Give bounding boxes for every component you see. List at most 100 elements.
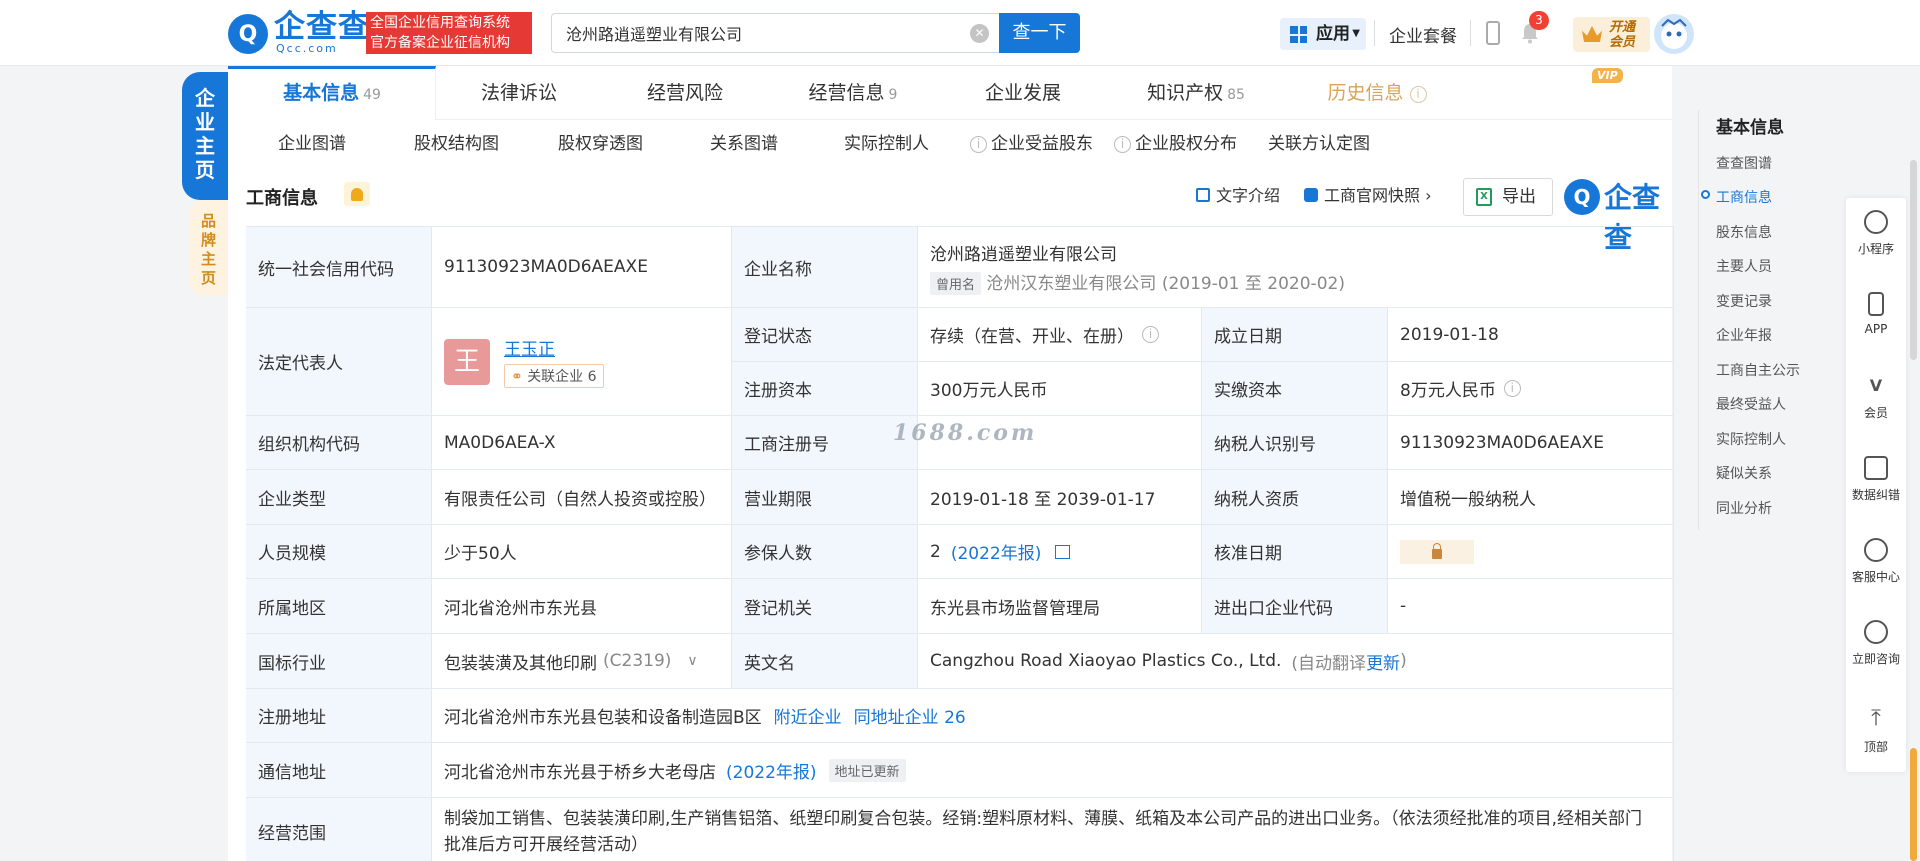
clear-icon[interactable]: ✕ (970, 24, 989, 43)
vip-line-2: 会员 (1609, 35, 1636, 50)
right-nav-line (1698, 110, 1699, 530)
search-box: ✕ (551, 13, 999, 53)
subtab-relation-graph[interactable]: 关系图谱 (710, 120, 778, 168)
english-name-cell: Cangzhou Road Xiaoyao Plastics Co., Ltd.… (918, 634, 1674, 689)
phone-icon (1868, 292, 1884, 316)
right-nav-item[interactable]: 最终受益人 (1716, 394, 1786, 414)
tab-legal[interactable]: 法律诉讼 (436, 66, 602, 120)
subtab-company-graph[interactable]: 企业图谱 (278, 120, 346, 168)
right-nav-item[interactable]: 变更记录 (1716, 291, 1772, 311)
scrollbar-thumb[interactable] (1910, 160, 1917, 360)
info-icon[interactable]: i (1503, 380, 1521, 397)
tab-count: 9 (888, 87, 898, 103)
monitor-bell-icon[interactable] (344, 182, 370, 206)
right-nav-item[interactable]: 查查图谱 (1716, 153, 1772, 173)
right-nav-item-active[interactable]: 工商信息 (1716, 187, 1772, 207)
approval-label: 核准日期 (1202, 525, 1388, 579)
tab-business-info[interactable]: 经营信息 9 (768, 66, 938, 120)
staff-size-value: 少于50人 (432, 525, 732, 579)
search-input[interactable] (552, 14, 952, 52)
tab-basic-info[interactable]: 基本信息 49 (228, 66, 436, 120)
right-nav-item[interactable]: 疑似关系 (1716, 463, 1772, 483)
chart-icon[interactable] (1055, 544, 1071, 559)
export-button[interactable]: X 导出 (1463, 178, 1553, 216)
subtab-actual-controller[interactable]: 实际控制人 (844, 120, 929, 168)
right-nav-item[interactable]: 主要人员 (1716, 256, 1772, 276)
enterprise-package-link[interactable]: 企业套餐 (1389, 22, 1457, 47)
tax-qual-value: 增值税一般纳税人 (1388, 470, 1674, 525)
logo-subtitle: Qcc.com (276, 42, 338, 55)
same-address-link[interactable]: 同地址企业 26 (854, 703, 966, 728)
vip-icon: V (1869, 376, 1883, 395)
brand-home-tab[interactable]: 品牌主页 (189, 200, 228, 296)
biz-term-label: 营业期限 (732, 470, 918, 525)
auto-translate-note: (自动翻译 (1291, 653, 1367, 674)
app-button[interactable]: APP (1846, 292, 1906, 336)
back-to-top-button[interactable]: ⤒ 顶部 (1846, 708, 1906, 755)
subtab-related-party[interactable]: 关联方认定图 (1268, 120, 1370, 168)
tab-business-risk[interactable]: 经营风险 (602, 66, 768, 120)
customer-service-button[interactable]: 客服中心 (1846, 538, 1906, 585)
slogan-line-2: 官方备案企业征信机构 (370, 35, 510, 51)
official-snapshot-button[interactable]: 工商官网快照 › (1304, 186, 1432, 206)
scope-label: 经营范围 (246, 798, 432, 861)
search-button[interactable]: 查一下 (999, 13, 1080, 53)
data-correction-button[interactable]: 数据纠错 (1846, 456, 1906, 503)
main-tabs: 基本信息 49 法律诉讼 经营风险 经营信息 9 企业发展 知识产权 85 历史信息 i… (228, 66, 1672, 120)
lock-icon[interactable] (1400, 539, 1474, 564)
nearby-companies-link[interactable]: 附近企业 (774, 703, 842, 728)
open-vip-button[interactable]: 开通 会员 (1573, 17, 1650, 52)
text-intro-button[interactable]: 文字介绍 (1196, 186, 1280, 206)
paid-capital-value: 8万元人民币 (1400, 381, 1496, 401)
industry-cell[interactable]: 包装装潢及其他印刷 (C2319) ∨ (432, 634, 732, 689)
member-button[interactable]: V 会员 (1846, 374, 1906, 421)
top-header: Q 企查查 Qcc.com 全国企业信用查询系统 官方备案企业征信机构 ✕ 查一… (0, 0, 1920, 66)
reg-status-label: 登记状态 (732, 308, 918, 362)
subtab-equity-penetration[interactable]: 股权穿透图 (558, 120, 643, 168)
tab-ip[interactable]: 知识产权 85 (1108, 66, 1284, 120)
info-icon: i (1409, 86, 1427, 103)
mobile-icon[interactable] (1486, 21, 1500, 45)
subtab-equity-structure[interactable]: 股权结构图 (414, 120, 499, 168)
tab-development[interactable]: 企业发展 (938, 66, 1108, 120)
logo-name[interactable]: 企查查 (274, 10, 370, 44)
reg-address-value: 河北省沧州市东光县包装和设备制造园B区 (444, 708, 762, 728)
right-nav-item[interactable]: 工商自主公示 (1716, 360, 1800, 380)
consult-button[interactable]: 立即咨询 (1846, 620, 1906, 667)
logo-mark[interactable]: Q (228, 14, 268, 54)
right-nav-item[interactable]: 实际控制人 (1716, 429, 1786, 449)
right-nav-title[interactable]: 基本信息 (1716, 113, 1784, 138)
export-label: 导出 (1502, 187, 1536, 207)
info-icon[interactable]: i (1142, 326, 1159, 343)
chevron-down-icon[interactable]: ∨ (687, 653, 697, 669)
info-icon: i (1114, 136, 1131, 153)
right-nav-item[interactable]: 股东信息 (1716, 222, 1772, 242)
mini-program-button[interactable]: 小程序 (1846, 210, 1906, 257)
subtab-equity-distribution[interactable]: i 企业股权分布 (1114, 120, 1237, 168)
right-nav-item[interactable]: 企业年报 (1716, 325, 1772, 345)
update-link[interactable]: 更新 (1366, 649, 1400, 674)
tab-label: 经营风险 (646, 82, 723, 104)
legal-rep-avatar[interactable]: 王 (444, 338, 490, 385)
user-avatar[interactable] (1654, 14, 1694, 54)
active-nav-dot (1701, 190, 1710, 199)
reg-status-cell: 存续（在营、开业、在册） i (918, 308, 1202, 362)
company-home-tab[interactable]: 企业主页 (182, 72, 228, 200)
company-type-value: 有限责任公司（自然人投资或控股） (432, 470, 732, 525)
excel-icon: X (1476, 188, 1492, 206)
legal-rep-link[interactable]: 王玉正 (504, 335, 604, 360)
insured-year-link[interactable]: (2022年报) (951, 539, 1042, 564)
tab-history[interactable]: 历史信息 i (1284, 66, 1474, 120)
mail-year-link[interactable]: (2022年报) (726, 758, 817, 783)
close-paren: ) (1400, 651, 1407, 671)
related-companies-tag[interactable]: ⚭ 关联企业 6 (504, 364, 604, 388)
arrow-up-icon: ⤒ (1871, 706, 1881, 731)
former-name-tag: 曾用名 (930, 271, 982, 295)
chevron-right-icon: › (1420, 186, 1432, 205)
section-title: 工商信息 (246, 188, 318, 209)
apps-menu-button[interactable]: 应用 ▼ (1280, 18, 1366, 50)
subtab-beneficial-shareholder[interactable]: i 企业受益股东 (970, 120, 1093, 168)
right-nav-item[interactable]: 同业分析 (1716, 498, 1772, 518)
subtab-label: 企业股权分布 (1135, 134, 1237, 154)
tab-label: 基本信息 (283, 82, 360, 104)
